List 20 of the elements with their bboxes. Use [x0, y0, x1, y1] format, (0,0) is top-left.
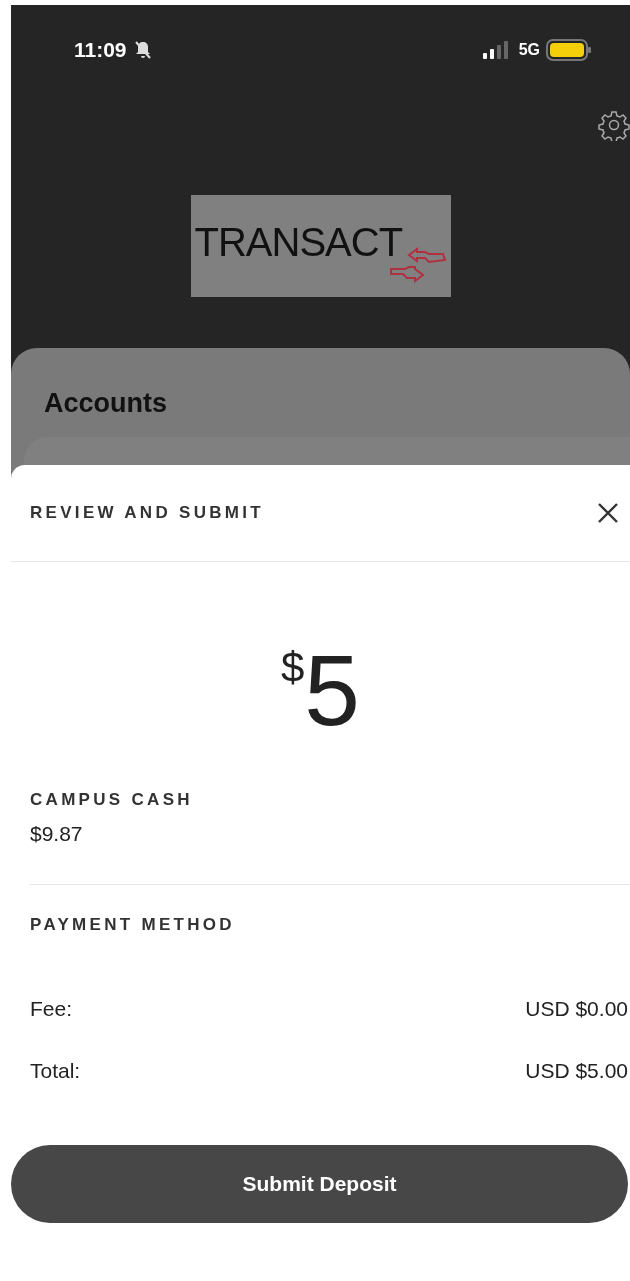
sheet-title: REVIEW AND SUBMIT [30, 503, 264, 523]
battery-icon [546, 39, 592, 61]
close-icon [596, 501, 620, 525]
card-title: Accounts [44, 388, 168, 418]
close-button[interactable] [596, 501, 620, 525]
clock-time: 11:09 [74, 38, 127, 62]
network-label: 5G [518, 41, 540, 59]
logo: TRANSACT [190, 195, 451, 297]
payment-method-label: PAYMENT METHOD [30, 915, 236, 935]
summary-value: USD $5.00 [525, 1059, 628, 1083]
account-label: CAMPUS CASH [30, 790, 194, 810]
amount-value: 5 [304, 640, 360, 740]
account-balance: $9.87 [30, 822, 84, 846]
summary-label: Fee: [30, 997, 73, 1021]
submit-button[interactable]: Submit Deposit [11, 1145, 628, 1223]
settings-icon[interactable] [598, 109, 630, 141]
summary-value: USD $0.00 [525, 997, 628, 1021]
currency-symbol: $ [281, 644, 305, 691]
summary-label: Total: [30, 1059, 81, 1083]
muted-bell-icon [132, 40, 153, 60]
